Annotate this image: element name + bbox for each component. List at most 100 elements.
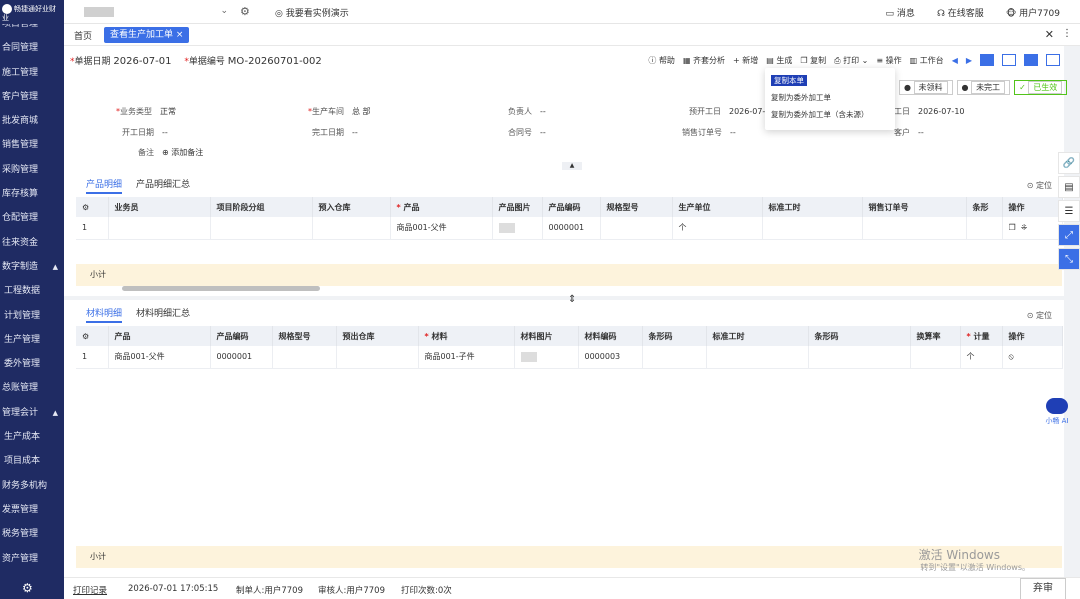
cell-warehouse[interactable] (312, 217, 391, 240)
next-icon[interactable]: ▶ (966, 56, 972, 65)
unaudit-button[interactable]: 弃审 (1020, 578, 1066, 599)
cell-product[interactable]: 商品001-父件 (108, 346, 211, 369)
sidebar-item[interactable]: 往来资金 (0, 231, 64, 255)
sidebar-settings-icon[interactable]: ⚙ (22, 581, 33, 595)
account-select[interactable]: ⌄ (80, 4, 230, 20)
cell-actions[interactable]: ❐ ⁜ (1002, 217, 1063, 240)
sidebar-item[interactable]: 数字制造 ▲ (0, 255, 64, 279)
sidebar-item[interactable]: 采购管理 (0, 158, 64, 182)
cell-product-code[interactable]: 0000001 (210, 346, 273, 369)
link-icon[interactable]: 🔗 (1058, 152, 1080, 174)
column-header[interactable]: 操作 (1002, 197, 1063, 217)
product-h-scrollbar[interactable] (122, 286, 320, 291)
sidebar-item[interactable]: 生产管理 (0, 328, 64, 352)
sidebar-item[interactable]: 生产成本 (0, 425, 64, 449)
sidebar-item[interactable]: 资产管理 (0, 547, 64, 571)
column-header[interactable]: 生产单位 (672, 197, 763, 217)
cell-material-code[interactable]: 0000003 (578, 346, 643, 369)
print-log-link[interactable]: 打印记录 (73, 584, 107, 596)
drag-handle-icon[interactable]: ⇕ (568, 294, 576, 305)
doc-icon[interactable]: ▤ (1058, 176, 1080, 198)
column-header[interactable]: 预入仓库 (312, 197, 391, 217)
column-header[interactable]: 项目阶段分组 (210, 197, 313, 217)
column-header[interactable]: * 计量 (960, 326, 1003, 346)
row-index[interactable]: 1 (76, 217, 109, 240)
cell-unit[interactable]: 个 (672, 217, 763, 240)
table-view-icon[interactable] (1002, 54, 1016, 66)
sidebar-item[interactable]: 批发商城 (0, 109, 64, 133)
cell-product-image[interactable] (492, 217, 543, 240)
column-header[interactable]: 标准工时 (762, 197, 863, 217)
collapse-toggle-icon[interactable]: ▲ (562, 162, 582, 170)
chevron-up-icon[interactable]: ▲ (53, 255, 58, 279)
column-header[interactable]: 条形码 (808, 326, 911, 346)
cell-spec[interactable] (272, 346, 337, 369)
material-locate-button[interactable]: ⊙ 定位 (1027, 310, 1052, 321)
sidebar-item[interactable]: 仓配管理 (0, 206, 64, 230)
demo-link[interactable]: ◎ 我要看实例演示 (275, 6, 349, 19)
cell-out-warehouse[interactable] (336, 346, 419, 369)
user-menu[interactable]: 🐵 用户7709 (1006, 6, 1060, 19)
sidebar-item[interactable]: 库存核算 (0, 182, 64, 206)
cell-material[interactable]: 商品001-子件 (418, 346, 515, 369)
analysis-button[interactable]: ▦ 齐套分析 (683, 55, 725, 66)
workbench-button[interactable]: ▥ 工作台 (910, 55, 944, 66)
tab-home[interactable]: 首页 (74, 29, 92, 42)
cell-unit[interactable]: 个 (960, 346, 1003, 369)
list-doc-icon[interactable]: ☰ (1058, 200, 1080, 222)
cell-rate[interactable] (910, 346, 961, 369)
bom-icon[interactable]: ⁜ (1021, 223, 1028, 232)
close-icon[interactable]: ✕ (1045, 28, 1054, 41)
ai-assistant-button[interactable]: 小畅 AI (1042, 398, 1072, 430)
print-button[interactable]: ⎙ 打印 ⌄ (834, 55, 868, 66)
sidebar-item[interactable]: 总账管理 (0, 376, 64, 400)
column-header[interactable]: 规格型号 (600, 197, 673, 217)
cell-barcode-2[interactable] (808, 346, 911, 369)
messages-button[interactable]: ▭ 消息 (886, 6, 915, 19)
column-header[interactable]: 预出仓库 (336, 326, 419, 346)
sidebar-item[interactable]: 施工管理 (0, 61, 64, 85)
column-header[interactable]: 材料图片 (514, 326, 579, 346)
add-button[interactable]: + 新增 (733, 55, 758, 66)
grid-view-icon[interactable] (980, 54, 994, 66)
column-header[interactable]: 规格型号 (272, 326, 337, 346)
app-logo[interactable]: 畅捷通好业财 业 (0, 0, 64, 24)
column-header[interactable]: 产品 (108, 326, 211, 346)
table-row[interactable]: 1 商品001-父件 0000001 商品001-子件 0000003 个 ⦸ (76, 346, 1063, 369)
cell-product[interactable]: 商品001-父件 (390, 217, 493, 240)
table-row[interactable]: 1 商品001-父件 0000001 个 ❐ ⁜ (76, 217, 1063, 240)
settings-gear-icon[interactable]: ⚙ (82, 332, 89, 341)
sidebar-item[interactable]: 销售管理 (0, 133, 64, 157)
chevron-up-icon[interactable]: ▲ (53, 401, 58, 425)
column-header[interactable]: 业务员 (108, 197, 211, 217)
copy-row-icon[interactable]: ❐ (1009, 223, 1016, 232)
column-header[interactable]: ⚙ (76, 326, 109, 346)
sidebar-item[interactable]: 财务多机构 (0, 474, 64, 498)
detail-view-icon[interactable] (1046, 54, 1060, 66)
sidebar-item[interactable]: 工程数据 (0, 279, 64, 303)
cell-project-stage[interactable] (210, 217, 313, 240)
disable-icon[interactable]: ⦸ (1009, 352, 1014, 361)
column-header[interactable]: 操作 (1002, 326, 1063, 346)
sidebar-item[interactable]: 委外管理 (0, 352, 64, 376)
settings-gear-icon[interactable]: ⚙ (82, 203, 89, 212)
column-header[interactable]: 条形码 (642, 326, 707, 346)
copy-menu-item-copy[interactable]: 复制本单 (771, 72, 889, 89)
column-header[interactable]: 条形 (966, 197, 1003, 217)
row-index[interactable]: 1 (76, 346, 109, 369)
cell-barcode[interactable] (966, 217, 1003, 240)
column-header[interactable]: 材料编码 (578, 326, 643, 346)
column-header[interactable]: 产品图片 (492, 197, 543, 217)
cell-material-image[interactable] (514, 346, 579, 369)
column-header[interactable]: 标准工时 (706, 326, 809, 346)
online-service-button[interactable]: ☊ 在线客服 (937, 6, 984, 19)
copy-menu-item-outsource[interactable]: 复制为委外加工单 (771, 89, 889, 106)
column-header[interactable]: * 材料 (418, 326, 515, 346)
cell-spec[interactable] (600, 217, 673, 240)
product-locate-button[interactable]: ⊙ 定位 (1027, 180, 1052, 191)
sidebar-item[interactable]: 合同管理 (0, 36, 64, 60)
more-icon[interactable]: ⋮ (1062, 28, 1072, 39)
expand-icon[interactable]: ⤢ (1058, 224, 1080, 246)
column-header[interactable]: 销售订单号 (862, 197, 967, 217)
cell-std-hours[interactable] (762, 217, 863, 240)
